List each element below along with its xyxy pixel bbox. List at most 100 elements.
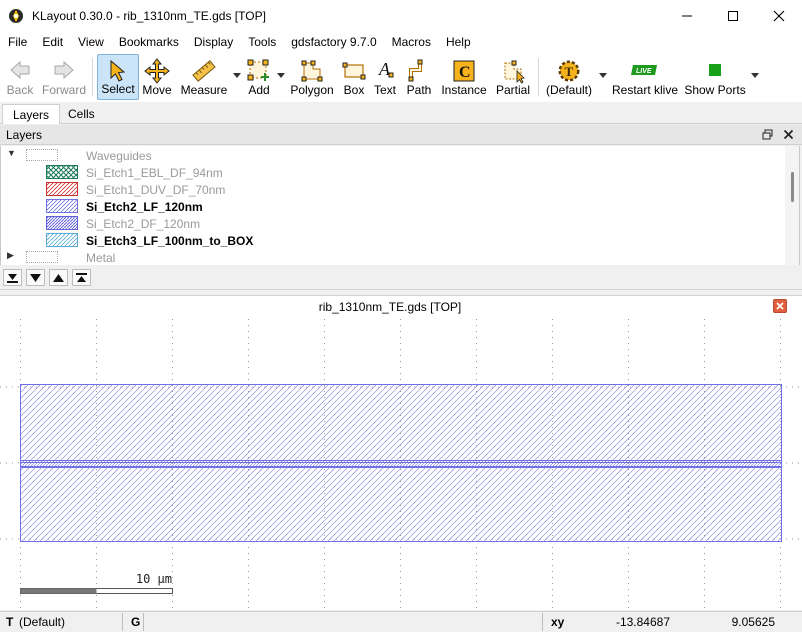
menu-help[interactable]: Help [438,32,478,52]
layer-list: ▼ Waveguides Si_Etch1_EBL_DF_94nm Si_Etc… [0,146,800,265]
maximize-icon [728,11,738,21]
instance-glyph: C [459,64,471,81]
close-icon [773,10,785,22]
layer-group-waveguides[interactable]: ▼ Waveguides [1,147,787,164]
restart-klive-button[interactable]: LIVE Restart klive [612,54,678,100]
layer-list-scrollbar[interactable] [785,146,799,265]
show-ports-button[interactable]: Show Ports [684,54,746,100]
move-bottom-button[interactable] [3,269,22,286]
default-label: (Default) [545,83,592,97]
move-to-top-icon [76,272,87,282]
layer-swatch[interactable] [46,233,78,247]
menu-bookmarks[interactable]: Bookmarks [111,32,186,52]
layer-name: Si_Etch2_DF_120nm [86,217,201,231]
layout-view[interactable]: 10 µm [0,317,802,610]
path-label: Path [406,83,432,97]
default-macro-button[interactable]: T (Default) [543,54,595,100]
menu-gdsfactory[interactable]: gdsfactory 9.7.0 [283,32,383,52]
menu-bar: File Edit View Bookmarks Display Tools g… [0,32,802,52]
layer-swatch[interactable] [46,165,78,179]
layer-swatch[interactable] [46,199,78,213]
tab-cells[interactable]: Cells [58,104,105,124]
maximize-button[interactable] [710,0,756,32]
collapsed-arrow-icon[interactable]: ▶ [7,250,14,261]
layer-group-metal[interactable]: ▶ Metal [1,249,787,266]
add-label: Add [248,83,270,97]
toolbar: Back Forward Select Move Measure Add Pol… [0,52,802,102]
layer-row[interactable]: Si_Etch2_LF_120nm [1,198,787,215]
instance-label: Instance [441,83,487,97]
layer-row[interactable]: Si_Etch3_LF_100nm_to_BOX [1,232,787,249]
etch-region-top[interactable] [20,384,782,463]
default-dropdown-icon[interactable] [599,73,607,79]
polygon-label: Polygon [290,83,334,97]
select-label: Select [101,82,135,96]
box-label: Box [343,83,365,97]
etch-region-bottom[interactable] [20,466,782,542]
mode-key: T [6,615,14,629]
forward-arrow-icon [54,60,74,80]
partial-label: Partial [495,83,530,97]
toolbar-separator [538,58,539,96]
close-button[interactable] [756,0,802,32]
status-separator [542,613,543,631]
coord-label: xy [551,615,565,629]
minimize-button[interactable] [664,0,710,32]
partial-button[interactable]: Partial [494,54,532,100]
layer-swatch[interactable] [46,216,78,230]
move-arrows-icon [144,58,170,84]
expanded-arrow-icon[interactable]: ▼ [7,148,16,158]
measure-dropdown-icon[interactable] [233,73,241,79]
group-swatch [26,149,58,161]
layer-row[interactable]: Si_Etch1_DUV_DF_70nm [1,181,787,198]
move-button[interactable]: Move [140,54,174,100]
path-icon [408,59,423,82]
path-button[interactable]: Path [404,54,434,100]
layer-name: Si_Etch2_LF_120nm [86,200,203,214]
scale-bar [20,588,173,594]
select-button[interactable]: Select [97,54,139,100]
live-badge-icon: LIVE [631,65,657,75]
menu-file[interactable]: File [0,32,34,52]
layer-name: Si_Etch1_DUV_DF_70nm [86,183,226,197]
tab-layers[interactable]: Layers [2,104,61,124]
green-square-icon [709,64,721,76]
layer-row[interactable]: Si_Etch1_EBL_DF_94nm [1,164,787,181]
add-button[interactable]: Add [243,54,275,100]
text-button[interactable]: A Text [372,54,398,100]
menu-tools[interactable]: Tools [240,32,283,52]
instance-icon: C [453,60,475,82]
menu-edit[interactable]: Edit [34,32,70,52]
menu-display[interactable]: Display [186,32,240,52]
forward-button[interactable]: Forward [40,54,88,100]
move-down-icon [30,273,41,282]
scrollbar-thumb[interactable] [791,172,794,202]
layer-name: Si_Etch1_EBL_DF_94nm [86,166,223,180]
menu-view[interactable]: View [70,32,111,52]
menu-macros[interactable]: Macros [384,32,438,52]
polygon-icon [301,60,323,82]
group-name: Waveguides [86,149,152,163]
move-down-button[interactable] [26,269,45,286]
close-view-button[interactable] [773,299,787,313]
cursor-arrow-icon [110,59,126,82]
live-badge-text: LIVE [636,68,652,75]
float-panel-icon[interactable] [762,129,773,140]
add-dropdown-icon[interactable] [277,73,285,79]
move-up-icon [53,273,64,282]
back-button[interactable]: Back [2,54,38,100]
layer-swatch[interactable] [46,182,78,196]
move-top-button[interactable] [72,269,91,286]
show-ports-dropdown-icon[interactable] [751,73,759,79]
move-up-button[interactable] [49,269,68,286]
layers-panel-header: Layers [0,125,802,145]
canvas-title: rib_1310nm_TE.gds [TOP] [318,300,462,314]
close-panel-icon[interactable] [783,129,794,140]
layout-canvas[interactable]: 10 µm [0,317,802,610]
instance-button[interactable]: C Instance [441,54,487,100]
box-button[interactable]: Box [339,54,369,100]
layer-row[interactable]: Si_Etch2_DF_120nm [1,215,787,232]
polygon-button[interactable]: Polygon [290,54,334,100]
scale-label: 10 µm [136,572,172,586]
measure-button[interactable]: Measure [180,54,228,100]
